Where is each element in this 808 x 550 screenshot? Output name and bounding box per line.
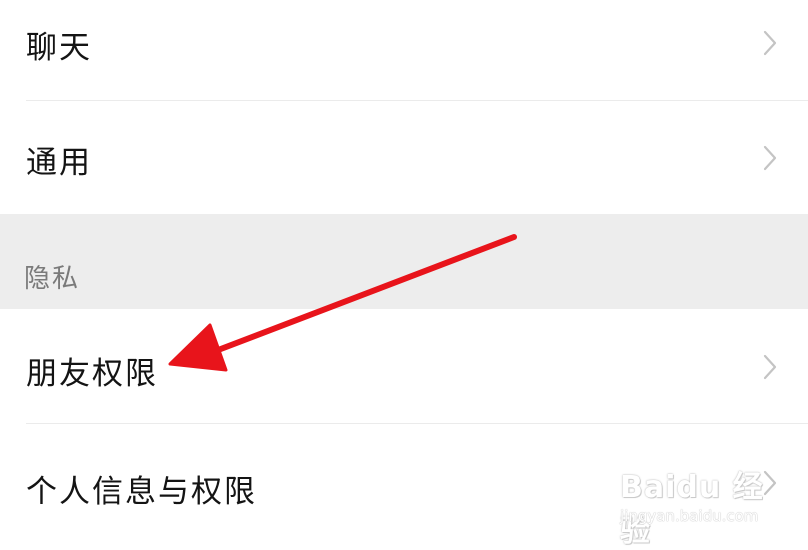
settings-item-general[interactable]: 通用 (0, 101, 808, 214)
settings-item-chat[interactable]: 聊天 (0, 0, 808, 100)
settings-item-friend-permissions[interactable]: 朋友权限 (0, 309, 808, 423)
section-title: 隐私 (24, 264, 81, 294)
section-header-privacy: 隐私 (0, 214, 808, 309)
settings-item-label: 朋友权限 (26, 356, 158, 392)
settings-item-personal-info-permissions[interactable]: 个人信息与权限 (0, 424, 808, 540)
settings-item-label: 个人信息与权限 (26, 474, 257, 510)
chevron-right-icon (762, 352, 778, 382)
settings-item-label: 通用 (26, 145, 92, 181)
chevron-right-icon (762, 143, 778, 173)
chevron-right-icon (762, 468, 778, 498)
settings-item-label: 聊天 (26, 30, 92, 66)
chevron-right-icon (762, 28, 778, 58)
